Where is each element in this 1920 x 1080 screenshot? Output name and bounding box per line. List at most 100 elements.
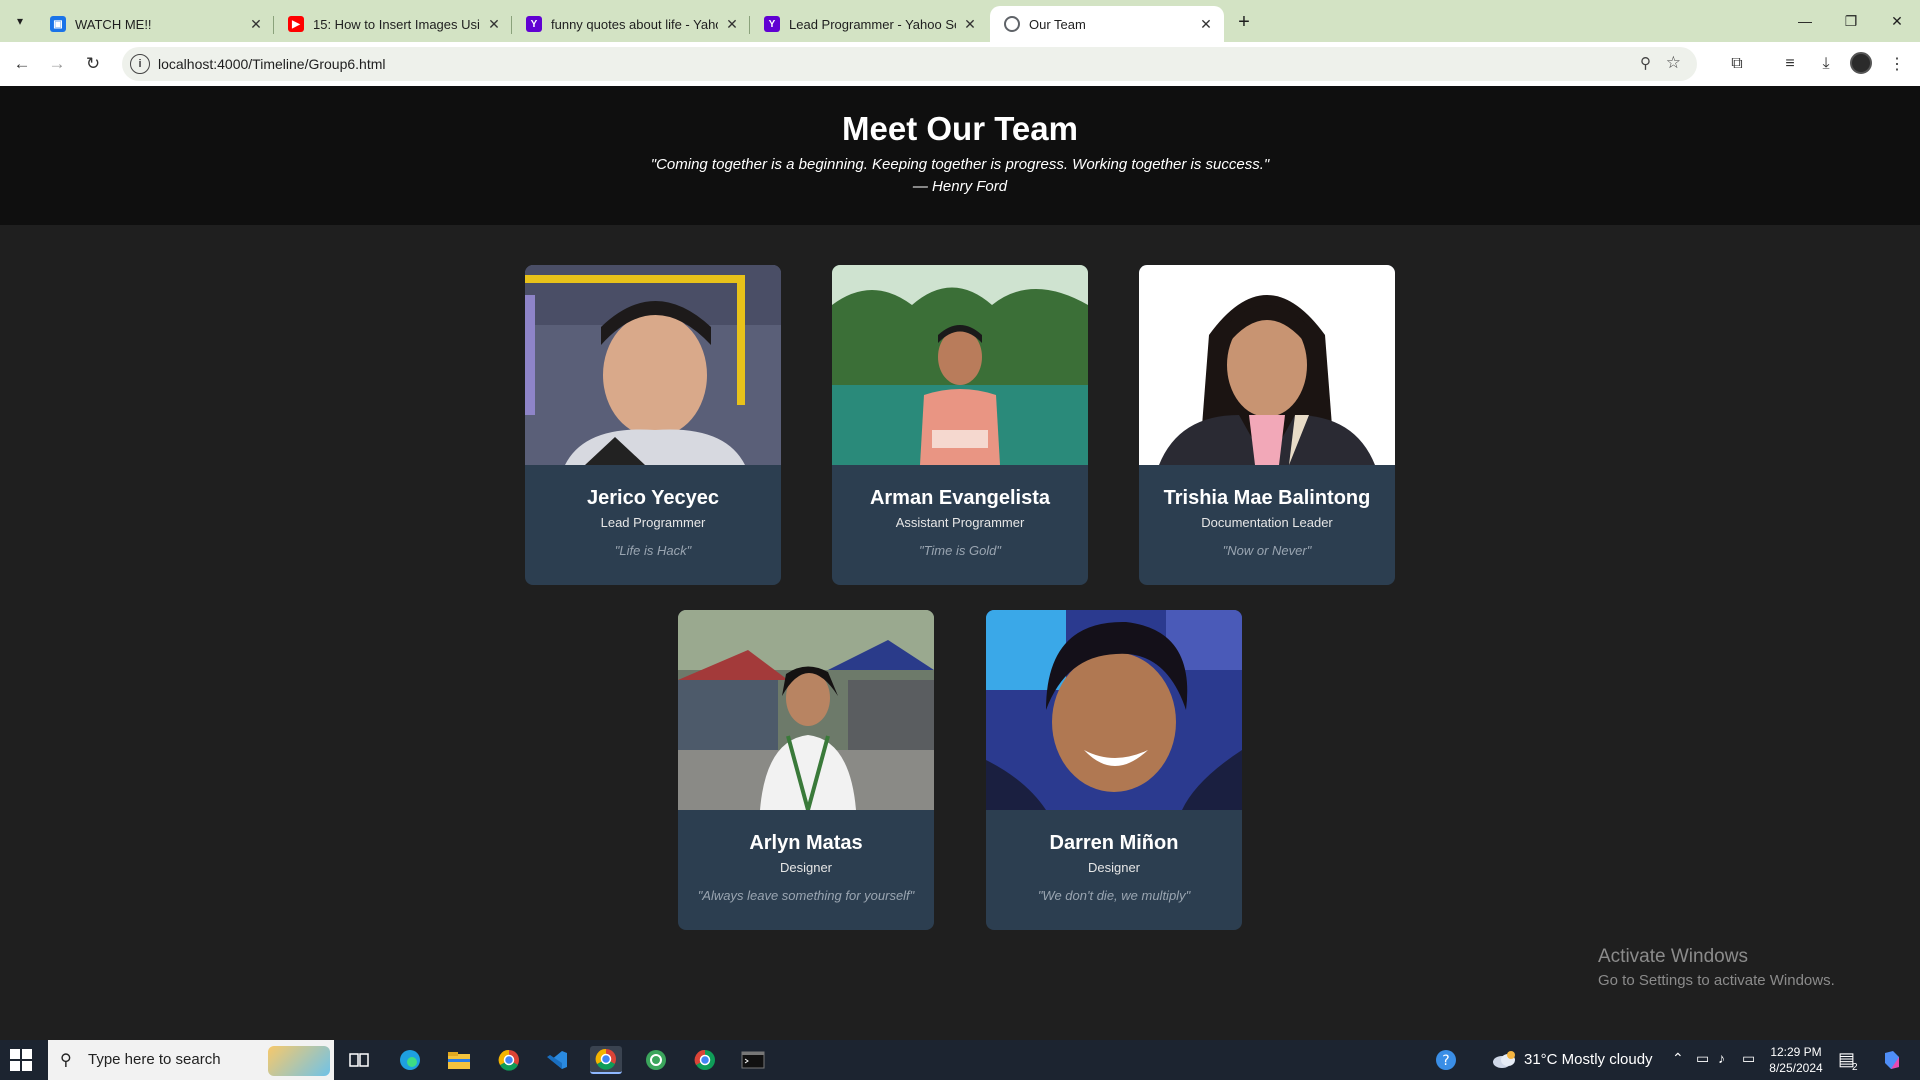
youtube-icon: ▶ — [288, 16, 304, 32]
web-page: Meet Our Team "Coming together is a begi… — [0, 86, 1920, 1040]
windows-taskbar: ⚲ Type here to search ? 31°C Mostly clou… — [0, 1040, 1920, 1080]
member-role: Designer — [1087, 860, 1141, 875]
quote-author: — Henry Ford — [912, 178, 1008, 195]
zoom-icon[interactable]: ⚲ — [1640, 54, 1651, 72]
member-role: Lead Programmer — [600, 515, 706, 530]
new-tab-button[interactable]: + — [1232, 10, 1256, 34]
member-photo — [525, 265, 781, 465]
edge-icon[interactable] — [394, 1046, 426, 1074]
windows-start-icon[interactable] — [10, 1049, 32, 1071]
chrome-active-icon[interactable] — [590, 1046, 622, 1074]
app-green-icon[interactable] — [640, 1046, 672, 1074]
reload-button[interactable]: ↻ — [79, 50, 107, 78]
tab-yahoo-quotes[interactable]: Y funny quotes about life - Yahoo ✕ — [512, 6, 750, 42]
member-motto: "Now or Never" — [1222, 543, 1312, 558]
header-quote: "Coming together is a beginning. Keeping… — [650, 156, 1270, 173]
close-icon[interactable]: ✕ — [486, 16, 502, 32]
clock-time: 12:29 PM — [1770, 1045, 1822, 1059]
network-icon[interactable]: ▭ — [1742, 1050, 1755, 1067]
system-clock[interactable]: 12:29 PM 8/25/2024 — [1766, 1044, 1826, 1076]
page-title: Meet Our Team — [842, 110, 1078, 147]
tab-title: WATCH ME!! — [75, 16, 152, 32]
chrome-icon[interactable] — [493, 1046, 525, 1074]
member-motto: "We don't die, we multiply" — [1037, 888, 1191, 903]
tab-title: funny quotes about life - Yahoo — [551, 16, 718, 32]
member-name: Trishia Mae Balintong — [1163, 487, 1371, 509]
weather-text[interactable]: 31°C Mostly cloudy — [1524, 1051, 1653, 1068]
tab-watch-me[interactable]: ▣ WATCH ME!! ✕ — [36, 6, 274, 42]
profile-avatar[interactable] — [1850, 52, 1872, 74]
tab-title: Our Team — [1029, 16, 1086, 32]
tab-yahoo-lead[interactable]: Y Lead Programmer - Yahoo Sear ✕ — [750, 6, 988, 42]
close-icon[interactable]: ✕ — [724, 16, 740, 32]
search-icon: ⚲ — [60, 1052, 72, 1069]
close-window-button[interactable]: ✕ — [1874, 0, 1920, 42]
weather-cloud-icon[interactable] — [1488, 1046, 1520, 1074]
minimize-button[interactable]: — — [1782, 0, 1828, 42]
yahoo-icon: Y — [526, 16, 542, 32]
chrome-profile-icon[interactable] — [689, 1046, 721, 1074]
member-motto: "Time is Gold" — [918, 543, 1002, 558]
tab-our-team[interactable]: Our Team ✕ — [990, 6, 1224, 42]
team-card: Arlyn Matas Designer "Always leave somet… — [678, 610, 934, 930]
chevron-up-icon[interactable]: ⌃ — [1672, 1050, 1684, 1067]
tab-title: 15: How to Insert Images Using — [313, 16, 480, 32]
page-header: Meet Our Team "Coming together is a begi… — [0, 86, 1920, 225]
member-name: Darren Miñon — [1049, 832, 1179, 854]
member-photo — [678, 610, 934, 810]
team-card: Jerico Yecyec Lead Programmer "Life is H… — [525, 265, 781, 585]
restore-button[interactable]: ❐ — [1828, 0, 1874, 42]
svg-text:?: ? — [1442, 1053, 1449, 1069]
notification-count-badge: 2 — [1852, 1062, 1858, 1073]
back-button[interactable]: ← — [8, 50, 36, 78]
vscode-icon[interactable] — [541, 1046, 573, 1074]
tab-youtube[interactable]: ▶ 15: How to Insert Images Using ✕ — [274, 6, 512, 42]
media-controls-icon[interactable]: ≡ — [1778, 52, 1802, 76]
member-name: Jerico Yecyec — [587, 487, 719, 509]
more-menu-icon[interactable]: ⋮ — [1885, 52, 1909, 76]
download-icon[interactable]: ⤓ — [1814, 52, 1838, 76]
taskbar-search[interactable]: ⚲ Type here to search — [48, 1040, 334, 1080]
task-view-icon[interactable] — [343, 1046, 375, 1074]
extensions-icon[interactable]: ⧉ — [1725, 52, 1749, 76]
url-text[interactable]: localhost:4000/Timeline/Group6.html — [158, 56, 386, 72]
member-photo — [1139, 265, 1395, 465]
search-placeholder: Type here to search — [88, 1051, 221, 1068]
site-info-icon[interactable]: i — [130, 54, 150, 74]
chevron-down-icon: ▾ — [16, 14, 24, 28]
member-photo — [832, 265, 1088, 465]
team-card: Trishia Mae Balintong Documentation Lead… — [1139, 265, 1395, 585]
address-bar[interactable]: i localhost:4000/Timeline/Group6.html ⚲ … — [122, 47, 1697, 81]
browser-toolbar: ← → ↻ i localhost:4000/Timeline/Group6.h… — [0, 42, 1920, 86]
activate-windows-subtitle: Go to Settings to activate Windows. — [1598, 972, 1835, 989]
file-explorer-icon[interactable] — [443, 1046, 475, 1074]
member-name: Arman Evangelista — [869, 487, 1051, 509]
member-role: Documentation Leader — [1201, 515, 1333, 530]
terminal-icon[interactable] — [737, 1046, 769, 1074]
copilot-icon[interactable] — [1876, 1046, 1908, 1074]
close-icon[interactable]: ✕ — [962, 16, 978, 32]
volume-icon[interactable]: ♪ — [1718, 1050, 1725, 1066]
meet-now-icon[interactable]: ▭ — [1696, 1050, 1709, 1067]
member-role: Designer — [779, 860, 833, 875]
member-role: Assistant Programmer — [895, 515, 1025, 530]
tab-title: Lead Programmer - Yahoo Sear — [789, 16, 956, 32]
tab-search-button[interactable]: ▾ — [8, 9, 32, 33]
member-name: Arlyn Matas — [749, 832, 863, 854]
activate-windows-title: Activate Windows — [1598, 946, 1748, 967]
team-card: Arman Evangelista Assistant Programmer "… — [832, 265, 1088, 585]
search-highlight-image — [268, 1046, 330, 1076]
yahoo-icon: Y — [764, 16, 780, 32]
bookmark-star-icon[interactable]: ☆ — [1666, 53, 1681, 73]
close-icon[interactable]: ✕ — [248, 16, 264, 32]
classroom-icon: ▣ — [50, 16, 66, 32]
close-icon[interactable]: ✕ — [1198, 16, 1214, 32]
member-motto: "Always leave something for yourself" — [697, 888, 915, 903]
globe-icon — [1004, 16, 1020, 32]
tab-strip: ▾ ▣ WATCH ME!! ✕ ▶ 15: How to Insert Ima… — [0, 0, 1920, 42]
help-icon[interactable]: ? — [1430, 1046, 1462, 1074]
forward-button[interactable]: → — [43, 50, 71, 78]
clock-date: 8/25/2024 — [1769, 1061, 1823, 1075]
team-card: Darren Miñon Designer "We don't die, we … — [986, 610, 1242, 930]
member-photo — [986, 610, 1242, 810]
